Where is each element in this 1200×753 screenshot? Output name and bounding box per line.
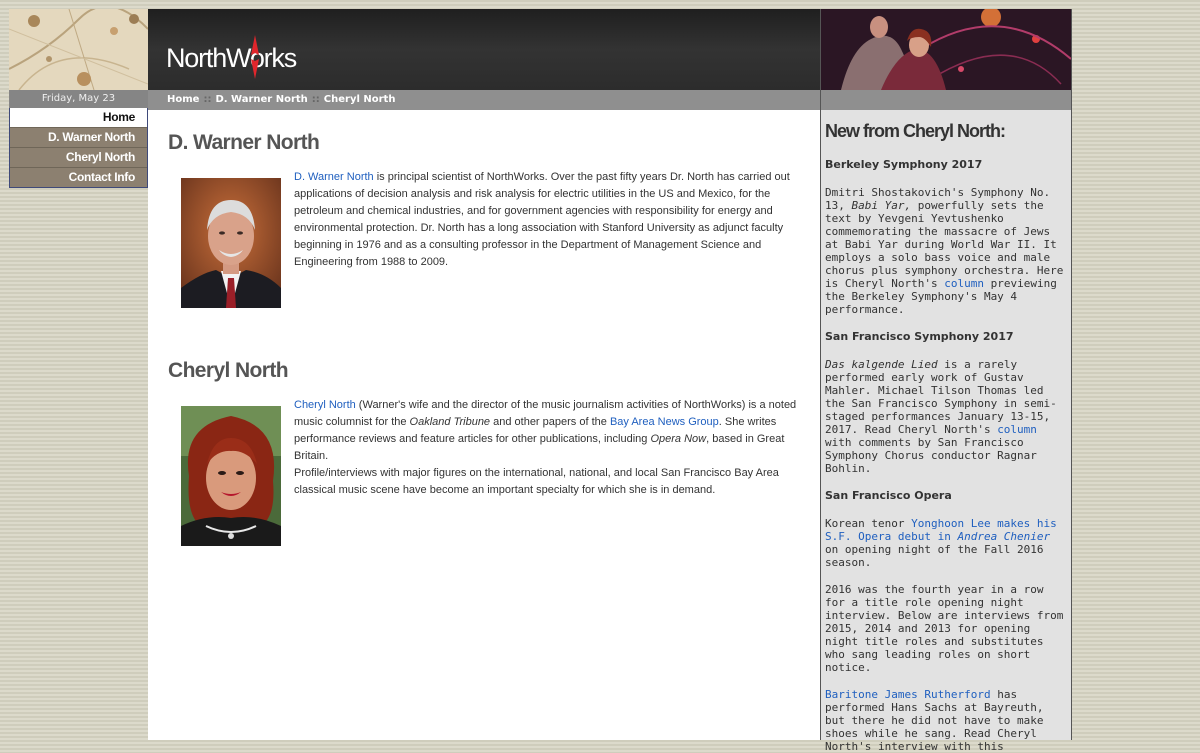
cheryl-bio: Cheryl North (Warner's wife and the dire… xyxy=(294,397,814,499)
right-sidebar: New from Cheryl North: Berkeley Symphony… xyxy=(820,9,1072,753)
warner-photo xyxy=(181,178,281,308)
warner-bio-text: is principal scientist of NorthWorks. Ov… xyxy=(294,171,790,268)
news-text: Korean tenor xyxy=(825,517,912,530)
header-artwork xyxy=(9,9,148,90)
site-logo[interactable]: NorthWorks xyxy=(166,43,297,74)
berkeley-column-link[interactable]: column xyxy=(944,277,984,290)
news-item-rutherford: Baritone James Rutherford has performed … xyxy=(825,688,1066,753)
main-content: NorthWorks Home:: D. Warner North:: Cheryl… xyxy=(148,9,820,740)
bay-area-news-group-link[interactable]: Bay Area News Group xyxy=(610,416,719,428)
sidebar-bar xyxy=(821,90,1071,110)
warner-bio-link[interactable]: D. Warner North xyxy=(294,171,374,183)
opera-now-text: Opera Now xyxy=(650,433,707,445)
sidebar-news: New from Cheryl North: Berkeley Symphony… xyxy=(821,110,1071,753)
warner-bio: D. Warner North is principal scientist o… xyxy=(294,169,814,271)
breadcrumb-home[interactable]: Home xyxy=(167,94,199,105)
nav-contact-info[interactable]: Contact Info xyxy=(10,168,147,187)
news-item-interviews: 2016 was the fourth year in a row for a … xyxy=(825,583,1064,674)
news-item-sf-symphony: Das kalgende Lied is a rarely performed … xyxy=(825,358,1066,475)
nav-d-warner-north[interactable]: D. Warner North xyxy=(10,128,147,148)
oakland-tribune-text: Oakland Tribune xyxy=(409,416,491,428)
news-heading-sf-symphony: San Francisco Symphony 2017 xyxy=(825,330,1014,343)
compass-needle-icon xyxy=(251,35,259,79)
breadcrumb-separator: :: xyxy=(203,94,212,105)
sf-symphony-column-link[interactable]: column xyxy=(997,423,1037,436)
warner-heading: D. Warner North xyxy=(168,131,320,154)
main-nav: Home D. Warner North Cheryl North Contac… xyxy=(9,108,148,188)
breadcrumb-cheryl-north[interactable]: Cheryl North xyxy=(324,94,396,105)
news-text: Babi Yar, xyxy=(851,199,912,212)
nav-cheryl-north[interactable]: Cheryl North xyxy=(10,148,147,168)
breadcrumb: Home:: D. Warner North:: Cheryl North xyxy=(148,90,820,110)
date-display: Friday, May 23 xyxy=(9,90,148,108)
news-item-sf-opera: Korean tenor Yonghoon Lee makes his S.F.… xyxy=(825,517,1066,569)
nav-home[interactable]: Home xyxy=(10,108,147,128)
opera-performance-photo xyxy=(821,9,1071,90)
cheryl-heading: Cheryl North xyxy=(168,359,289,382)
news-heading-sf-opera: San Francisco Opera xyxy=(825,489,952,502)
left-column: Friday, May 23 Home D. Warner North Cher… xyxy=(9,9,148,188)
news-heading-berkeley: Berkeley Symphony 2017 xyxy=(825,158,983,171)
breadcrumb-separator: :: xyxy=(311,94,320,105)
cheryl-bio-paragraph-2: Profile/interviews with major figures on… xyxy=(294,467,779,496)
cheryl-photo xyxy=(181,406,281,546)
news-text: on opening night of the Fall 2016 season… xyxy=(825,543,1044,569)
news-item-berkeley: Dmitri Shostakovich's Symphony No. 13, B… xyxy=(825,186,1066,316)
news-text: with comments by San Francisco Symphony … xyxy=(825,436,1037,475)
news-text: Das kalgende Lied xyxy=(825,358,938,371)
cheryl-bio-link[interactable]: Cheryl North xyxy=(294,399,356,411)
sidebar-title: New from Cheryl North: xyxy=(825,121,1006,141)
site-header: NorthWorks xyxy=(148,9,820,90)
breadcrumb-d-warner-north[interactable]: D. Warner North xyxy=(215,94,307,105)
james-rutherford-link[interactable]: Baritone James Rutherford xyxy=(825,688,991,701)
news-link-text[interactable]: Andrea Chenier xyxy=(957,530,1050,543)
cheryl-bio-text: and other papers of the xyxy=(490,416,610,428)
